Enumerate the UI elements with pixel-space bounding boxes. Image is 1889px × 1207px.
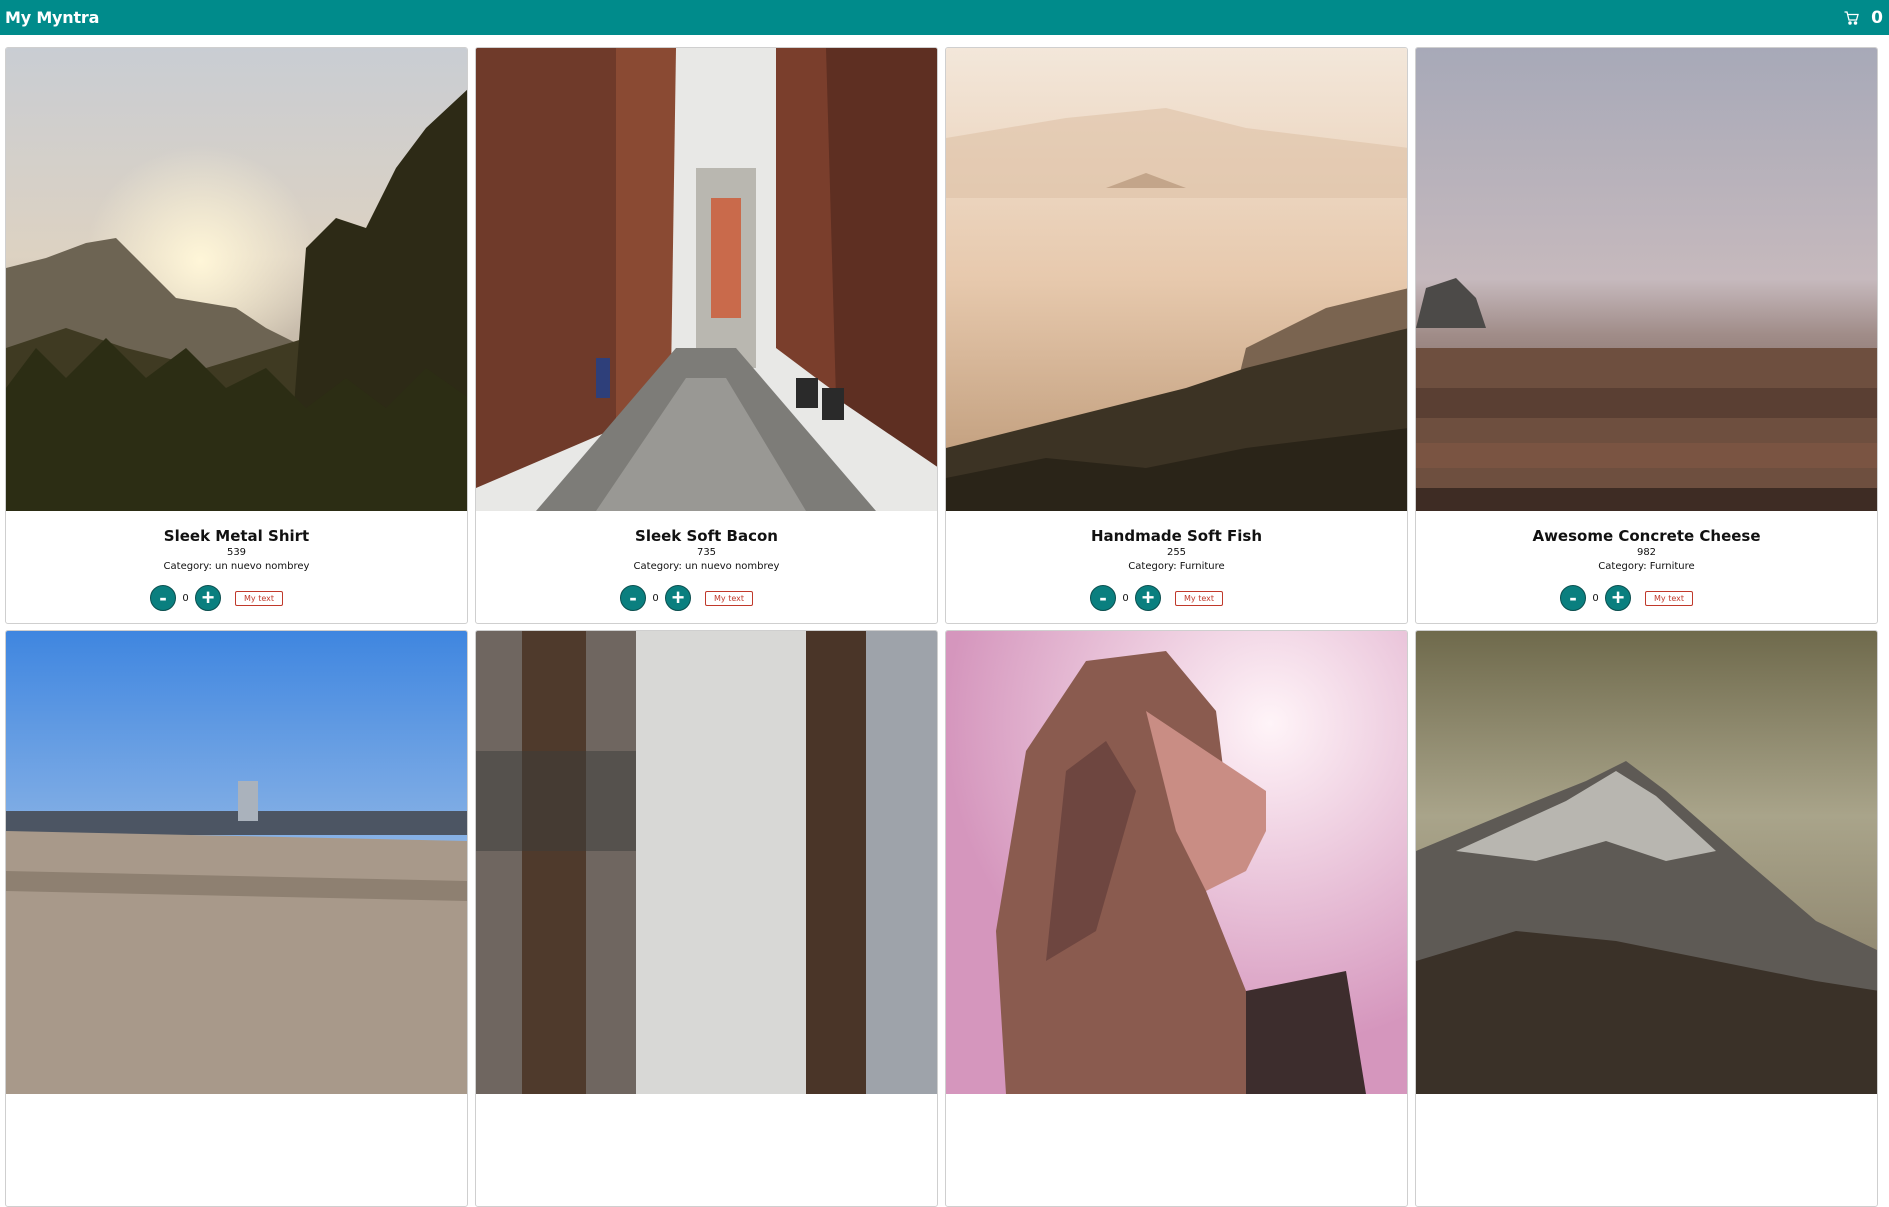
product-category: Category: un nuevo nombrey xyxy=(163,561,310,572)
brand-title[interactable]: My Myntra xyxy=(5,8,99,27)
woman-sunlight-photo[interactable] xyxy=(946,631,1407,1094)
top-nav-bar: My Myntra 0 xyxy=(0,0,1889,35)
cart-button[interactable]: 0 xyxy=(1844,8,1883,28)
product-price: 255 xyxy=(1166,547,1187,558)
product-category: Category: Furniture xyxy=(1128,561,1225,572)
quantity-controls: - 0 + My text xyxy=(6,585,467,611)
product-price: 539 xyxy=(226,547,247,558)
product-card xyxy=(5,630,468,1207)
quantity-value: 0 xyxy=(1122,592,1129,604)
my-text-button[interactable]: My text xyxy=(235,590,283,606)
product-grid: Sleek Metal Shirt 539 Category: un nuevo… xyxy=(5,47,1878,1207)
product-price: 735 xyxy=(696,547,717,558)
my-text-button[interactable]: My text xyxy=(705,590,753,606)
cart-count: 0 xyxy=(1871,7,1883,28)
window-curtain-photo[interactable] xyxy=(476,631,937,1094)
increase-button[interactable]: + xyxy=(1605,585,1632,611)
foggy-field-photo[interactable] xyxy=(1416,48,1877,511)
increase-button[interactable]: + xyxy=(1135,585,1162,611)
product-card: Awesome Concrete Cheese 982 Category: Fu… xyxy=(1415,47,1878,624)
decrease-button[interactable]: - xyxy=(150,585,177,611)
increase-button[interactable]: + xyxy=(195,585,222,611)
mountain-sunset-photo[interactable] xyxy=(6,48,467,511)
decrease-button[interactable]: - xyxy=(1560,585,1587,611)
quantity-controls: - 0 + My text xyxy=(946,585,1407,611)
cart-icon xyxy=(1844,10,1860,25)
brick-alley-photo[interactable] xyxy=(476,48,937,511)
product-price: 982 xyxy=(1636,547,1657,558)
misty-hills-photo[interactable] xyxy=(946,48,1407,511)
product-name: Awesome Concrete Cheese xyxy=(1532,527,1761,545)
my-text-button[interactable]: My text xyxy=(1175,590,1223,606)
increase-button[interactable]: + xyxy=(665,585,692,611)
quantity-value: 0 xyxy=(652,592,659,604)
decrease-button[interactable]: - xyxy=(1090,585,1117,611)
product-card xyxy=(945,630,1408,1207)
product-card: Sleek Metal Shirt 539 Category: un nuevo… xyxy=(5,47,468,624)
product-card: Sleek Soft Bacon 735 Category: un nuevo … xyxy=(475,47,938,624)
product-card xyxy=(1415,630,1878,1207)
product-category: Category: Furniture xyxy=(1598,561,1695,572)
quantity-controls: - 0 + My text xyxy=(1416,585,1877,611)
product-card xyxy=(475,630,938,1207)
product-name: Sleek Soft Bacon xyxy=(635,527,778,545)
mountain-peak-photo[interactable] xyxy=(1416,631,1877,1094)
my-text-button[interactable]: My text xyxy=(1645,590,1693,606)
product-category: Category: un nuevo nombrey xyxy=(633,561,780,572)
product-card: Handmade Soft Fish 255 Category: Furnitu… xyxy=(945,47,1408,624)
quantity-value: 0 xyxy=(1592,592,1599,604)
product-name: Handmade Soft Fish xyxy=(1091,527,1262,545)
decrease-button[interactable]: - xyxy=(620,585,647,611)
pier-sky-photo[interactable] xyxy=(6,631,467,1094)
product-name: Sleek Metal Shirt xyxy=(163,527,310,545)
quantity-value: 0 xyxy=(182,592,189,604)
quantity-controls: - 0 + My text xyxy=(476,585,937,611)
